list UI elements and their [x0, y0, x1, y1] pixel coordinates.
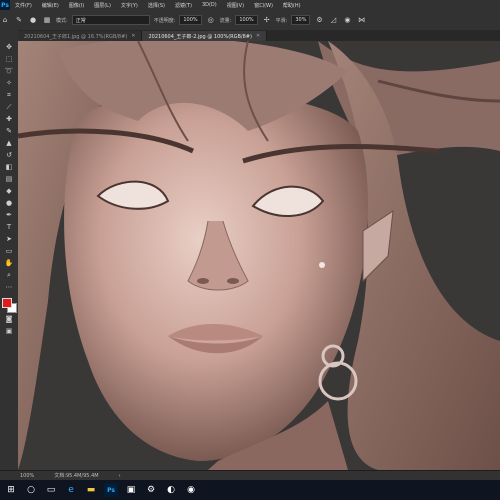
eyedropper-icon[interactable]: ⟋: [3, 102, 15, 112]
flow-label: 流量:: [219, 17, 232, 24]
tools-panel: ✥ ⬚ ➰ ✧ ⌗ ⟋ ✚ ✎ ▲ ↺ ◧ ▤ ◆ ● ✒ T ➤ ▭ ✋ ⌕ …: [0, 30, 19, 482]
opacity-value: 100%: [183, 17, 198, 23]
pressure-size-icon[interactable]: ◉: [342, 15, 352, 25]
tab-document-2[interactable]: 20210604_王子郎-2.jpg @ 100%(RGB/8#) ✕: [142, 31, 268, 41]
flow-value: 100%: [239, 17, 254, 23]
pressure-opacity-icon[interactable]: ◎: [206, 15, 216, 25]
quick-mask-icon[interactable]: ◙: [3, 314, 15, 324]
windows-taskbar: ⊞ ○ ▭ e ▬ Ps ▣ ⚙ ◐ ◉: [0, 480, 500, 500]
menu-edit[interactable]: 编辑(E): [37, 2, 64, 9]
close-icon[interactable]: ✕: [131, 33, 135, 39]
screen-mode-icon[interactable]: ▣: [3, 326, 15, 336]
smoothing-label: 平滑:: [275, 17, 288, 24]
smoothing-settings-icon[interactable]: ⚙: [314, 15, 324, 25]
windows-start-icon[interactable]: ⊞: [4, 483, 18, 497]
menu-layer[interactable]: 图层(L): [89, 2, 116, 9]
symmetry-icon[interactable]: ⋈: [356, 15, 366, 25]
smoothing-field[interactable]: 30%: [291, 15, 311, 25]
brush-size-icon[interactable]: ●: [28, 15, 38, 25]
menu-file[interactable]: 文件(F): [10, 2, 37, 9]
menu-type[interactable]: 文字(Y): [116, 2, 143, 9]
quick-select-icon[interactable]: ✧: [3, 78, 15, 88]
file-explorer-icon[interactable]: ▬: [84, 483, 98, 497]
options-bar: ⌂ ✎ ● ▦ 模式: 正常 不透明度: 100% ◎ 流量: 100% ✢ 平…: [0, 10, 500, 31]
menu-window[interactable]: 窗口(W): [249, 2, 278, 9]
media-icon[interactable]: ▣: [124, 483, 138, 497]
eraser-icon[interactable]: ◧: [3, 162, 15, 172]
crop-icon[interactable]: ⌗: [3, 90, 15, 100]
marquee-icon[interactable]: ⬚: [3, 54, 15, 64]
shape-icon[interactable]: ▭: [3, 246, 15, 256]
menu-select[interactable]: 选择(S): [143, 2, 170, 9]
stamp-icon[interactable]: ▲: [3, 138, 15, 148]
blur-icon[interactable]: ◆: [3, 186, 15, 196]
search-icon[interactable]: ○: [24, 483, 38, 497]
color-swatches[interactable]: [2, 298, 17, 313]
menu-help[interactable]: 帮助(H): [278, 2, 306, 9]
home-icon[interactable]: ⌂: [0, 15, 10, 25]
menu-image[interactable]: 图像(I): [64, 2, 89, 9]
mode-select[interactable]: 正常: [71, 15, 150, 25]
tab-document-1-label: 20210604_王子郎1.jpg @ 16.7%(RGB/8#): [24, 33, 128, 40]
zoom-icon[interactable]: ⌕: [3, 270, 15, 280]
brush-angle-icon[interactable]: ◿: [328, 15, 338, 25]
opacity-field[interactable]: 100%: [179, 15, 202, 25]
app-icon[interactable]: ◐: [164, 483, 178, 497]
zoom-level[interactable]: 100%: [20, 473, 34, 479]
brush-settings-icon[interactable]: ▦: [42, 15, 52, 25]
healing-icon[interactable]: ✚: [3, 114, 15, 124]
lasso-icon[interactable]: ➰: [3, 66, 15, 76]
more-tools-icon[interactable]: ⋯: [3, 282, 15, 292]
menu-view[interactable]: 视图(V): [222, 2, 249, 9]
tab-document-2-label: 20210604_王子郎-2.jpg @ 100%(RGB/8#): [148, 33, 252, 40]
dodge-icon[interactable]: ●: [3, 198, 15, 208]
tab-document-1[interactable]: 20210604_王子郎1.jpg @ 16.7%(RGB/8#) ✕: [18, 31, 143, 41]
hand-icon[interactable]: ✋: [3, 258, 15, 268]
history-brush-icon[interactable]: ↺: [3, 150, 15, 160]
status-bar: 100% 文档:95.4M/95.4M ›: [0, 470, 500, 480]
gradient-icon[interactable]: ▤: [3, 174, 15, 184]
edge-browser-icon[interactable]: e: [64, 483, 78, 497]
airbrush-icon[interactable]: ✢: [262, 15, 272, 25]
close-icon[interactable]: ✕: [256, 33, 260, 39]
status-arrow-icon[interactable]: ›: [119, 473, 121, 479]
app-icon-2[interactable]: ◉: [184, 483, 198, 497]
menu-filter[interactable]: 滤镜(T): [170, 2, 197, 9]
settings-icon[interactable]: ⚙: [144, 483, 158, 497]
menu-bar: Ps 文件(F) 编辑(E) 图像(I) 图层(L) 文字(Y) 选择(S) 滤…: [0, 0, 500, 10]
task-view-icon[interactable]: ▭: [44, 483, 58, 497]
document-tabs: 20210604_王子郎1.jpg @ 16.7%(RGB/8#) ✕ 2021…: [18, 30, 500, 41]
foreground-color-swatch[interactable]: [2, 298, 12, 308]
pen-icon[interactable]: ✒: [3, 210, 15, 220]
photoshop-logo-icon: Ps: [0, 0, 10, 10]
path-select-icon[interactable]: ➤: [3, 234, 15, 244]
menu-3d[interactable]: 3D(D): [197, 2, 222, 8]
mode-value: 正常: [75, 17, 86, 24]
sculpt-artwork: [18, 41, 500, 470]
move-icon[interactable]: ✥: [3, 42, 15, 52]
brush-icon[interactable]: ✎: [3, 126, 15, 136]
document-canvas[interactable]: [18, 41, 500, 470]
opacity-label: 不透明度:: [153, 17, 176, 24]
smoothing-value: 30%: [295, 17, 307, 23]
brush-preset-icon[interactable]: ✎: [14, 15, 24, 25]
flow-field[interactable]: 100%: [235, 15, 258, 25]
mode-label: 模式:: [56, 17, 68, 24]
type-icon[interactable]: T: [3, 222, 15, 232]
document-info[interactable]: 文档:95.4M/95.4M: [54, 472, 98, 479]
photoshop-icon[interactable]: Ps: [104, 483, 118, 497]
